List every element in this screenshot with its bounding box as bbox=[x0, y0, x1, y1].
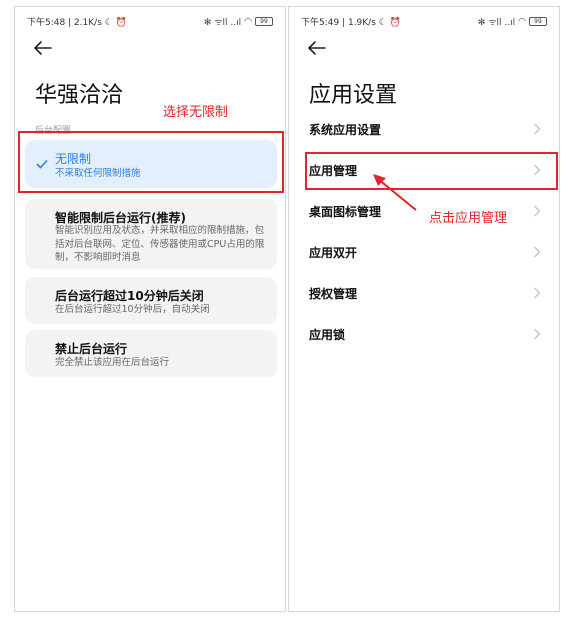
left-phone-screen: 下午5:48 | 2.1K/s ☾ ⏰ ✻ ᯤll ..ıl ◠ 99 华强洽洽… bbox=[14, 6, 286, 612]
chevron-right-icon bbox=[534, 246, 541, 258]
menu-item-dual-apps[interactable]: 应用双开 bbox=[289, 232, 559, 272]
option-desc: 在后台运行超过10分钟后，自动关闭 bbox=[55, 304, 210, 315]
menu-item-system-app-settings[interactable]: 系统应用设置 bbox=[289, 109, 559, 149]
page-title: 应用设置 bbox=[309, 83, 398, 108]
back-arrow-icon[interactable] bbox=[33, 40, 53, 56]
wifi-icon: ◠ bbox=[244, 16, 252, 27]
signal-icon: ✻ ᯤll ..ıl bbox=[203, 18, 242, 28]
option-close-after-10min[interactable]: 后台运行超过10分钟后关闭 在后台运行超过10分钟后，自动关闭 bbox=[25, 277, 277, 324]
status-time-network: 下午5:48 | 2.1K/s bbox=[27, 18, 102, 28]
annotation-tap-app-management: 点击应用管理 bbox=[429, 211, 508, 226]
menu-label: 授权管理 bbox=[309, 287, 358, 301]
menu-item-app-lock[interactable]: 应用锁 bbox=[289, 314, 559, 354]
right-phone-screen: 下午5:49 | 1.9K/s ☾ ⏰ ✻ ᯤll ..ıl ◠ 99 应用设置… bbox=[288, 6, 560, 612]
option-desc: 智能识别应用及状态，并采取相应的限制措施，包括对后台联网、定位、传感器使用或CP… bbox=[55, 225, 265, 263]
chevron-right-icon bbox=[534, 123, 541, 135]
chevron-right-icon bbox=[534, 328, 541, 340]
highlight-box-app-management bbox=[305, 152, 558, 190]
status-bar: 下午5:48 | 2.1K/s ☾ ⏰ ✻ ᯤll ..ıl ◠ 99 bbox=[15, 15, 285, 29]
battery-icon: 99 bbox=[529, 17, 547, 26]
status-bar: 下午5:49 | 1.9K/s ☾ ⏰ ✻ ᯤll ..ıl ◠ 99 bbox=[289, 15, 559, 29]
option-forbid-background[interactable]: 禁止后台运行 完全禁止该应用在后台运行 bbox=[25, 330, 277, 377]
option-title: 后台运行超过10分钟后关闭 bbox=[55, 289, 204, 303]
status-time-network: 下午5:49 | 1.9K/s bbox=[301, 18, 376, 28]
menu-label: 应用双开 bbox=[309, 246, 358, 260]
option-desc: 完全禁止该应用在后台运行 bbox=[55, 357, 170, 368]
menu-label: 系统应用设置 bbox=[309, 123, 382, 137]
annotation-arrow-icon bbox=[373, 174, 417, 211]
option-smart-limit[interactable]: 智能限制后台运行(推荐) 智能识别应用及状态，并采取相应的限制措施，包括对后台联… bbox=[25, 199, 277, 269]
page-title: 华强洽洽 bbox=[35, 83, 124, 108]
signal-icon: ✻ ᯤll ..ıl bbox=[477, 18, 516, 28]
menu-label: 应用锁 bbox=[309, 328, 346, 342]
wifi-icon: ◠ bbox=[518, 16, 526, 27]
option-title: 禁止后台运行 bbox=[55, 342, 128, 356]
highlight-box-unlimited bbox=[18, 131, 284, 193]
chevron-right-icon bbox=[534, 205, 541, 217]
alarm-icon: ⏰ bbox=[115, 18, 127, 28]
menu-item-permission-management[interactable]: 授权管理 bbox=[289, 273, 559, 313]
chevron-right-icon bbox=[534, 287, 541, 299]
menu-item-desktop-icon-management[interactable]: 桌面图标管理 bbox=[289, 191, 559, 231]
battery-icon: 99 bbox=[255, 17, 273, 26]
alarm-icon: ⏰ bbox=[389, 18, 401, 28]
moon-icon: ☾ bbox=[104, 18, 113, 28]
moon-icon: ☾ bbox=[378, 18, 387, 28]
annotation-select-unlimited: 选择无限制 bbox=[163, 105, 229, 120]
back-arrow-icon[interactable] bbox=[307, 40, 327, 56]
